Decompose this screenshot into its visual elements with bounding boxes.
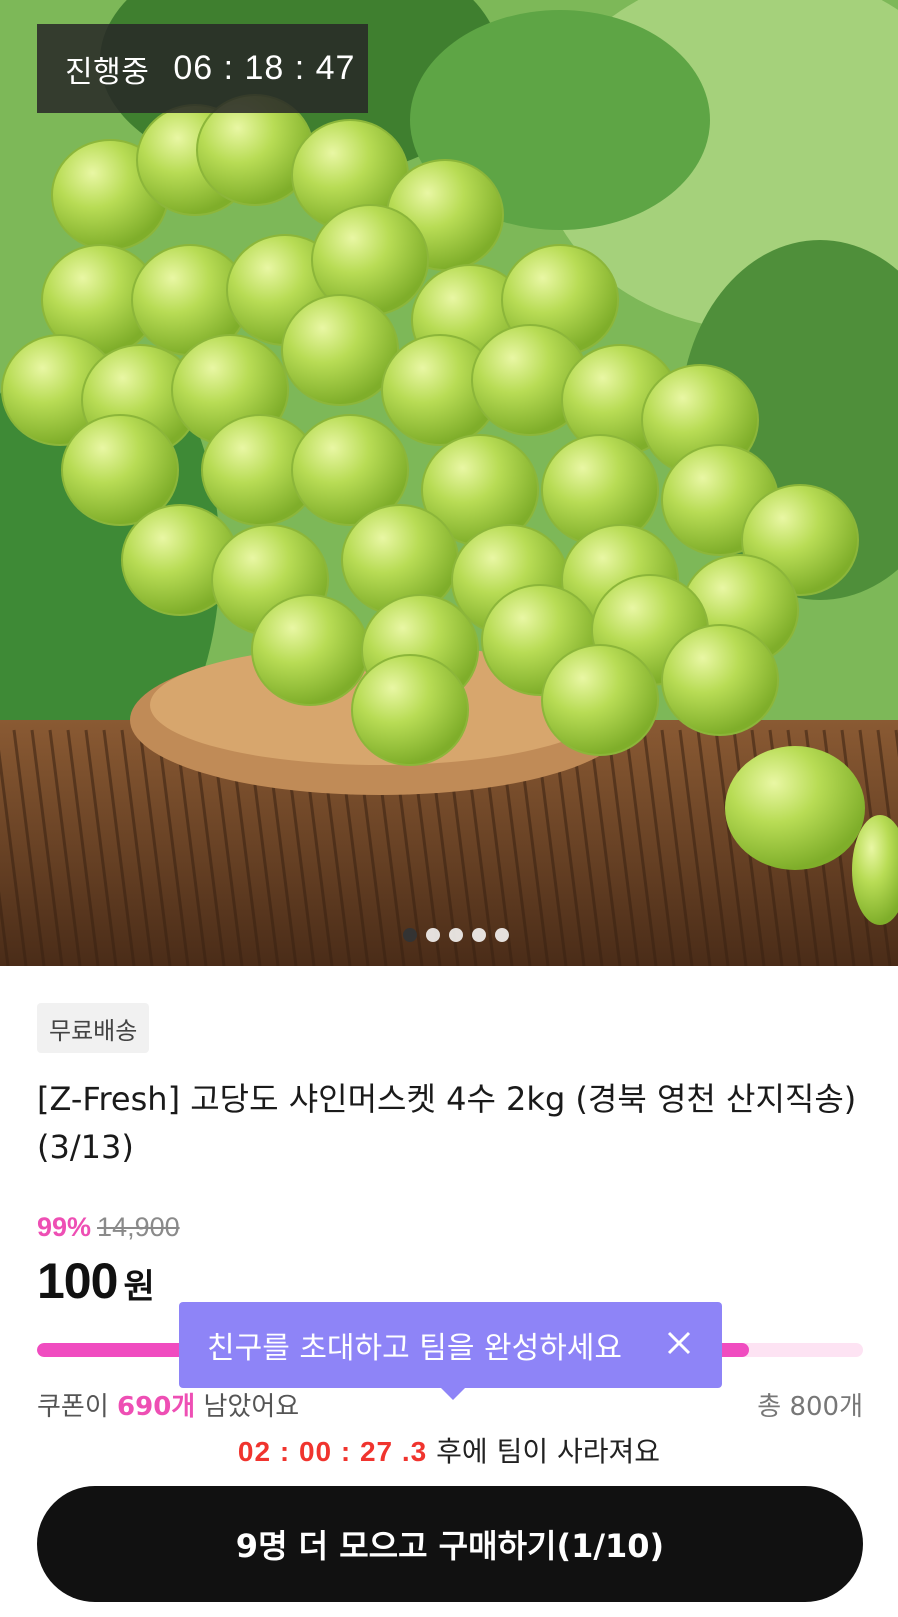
final-price: 100 원 <box>37 1252 155 1310</box>
carousel-dot[interactable] <box>403 928 417 942</box>
close-icon[interactable] <box>662 1326 696 1360</box>
coupon-remaining-count: 690개 <box>117 1392 196 1422</box>
carousel-dot[interactable] <box>472 928 486 942</box>
carousel-dot[interactable] <box>495 928 509 942</box>
carousel-indicator[interactable] <box>0 928 898 942</box>
coupon-suffix: 남았어요 <box>195 1392 300 1422</box>
live-countdown-timer: 06 : 18 : 47 <box>173 49 356 87</box>
discount-rate: 99% <box>37 1212 92 1242</box>
live-status-label: 진행중 <box>65 54 150 90</box>
coupon-prefix: 쿠폰이 <box>37 1392 118 1422</box>
product-photo <box>0 0 898 966</box>
tooltip-message: 친구를 초대하고 팀을 완성하세요 <box>207 1331 623 1366</box>
product-title: [Z-Fresh] 고당도 샤인머스켓 4수 2kg (경북 영천 산지직송) … <box>37 1080 857 1166</box>
team-purchase-button[interactable]: 9명 더 모으고 구매하기(1/10) <box>37 1486 863 1602</box>
price-discount-row: 99% 14,900 <box>37 1212 180 1243</box>
final-price-value: 100 <box>37 1253 118 1309</box>
coupon-remaining-text: 쿠폰이 690개 남았어요 <box>37 1386 299 1423</box>
carousel-dot[interactable] <box>426 928 440 942</box>
original-price: 14,900 <box>97 1212 180 1242</box>
free-shipping-badge: 무료배송 <box>37 1003 150 1053</box>
team-expiry-notice: 02 : 00 : 27 .3 후에 팀이 사라져요 <box>0 1430 898 1470</box>
product-image-carousel[interactable]: 진행중 06 : 18 : 47 <box>0 0 898 966</box>
price-unit: 원 <box>123 1267 155 1307</box>
carousel-dot[interactable] <box>449 928 463 942</box>
live-deal-badge: 진행중 06 : 18 : 47 <box>37 24 368 113</box>
invite-friends-tooltip[interactable]: 친구를 초대하고 팀을 완성하세요 <box>179 1302 722 1400</box>
coupon-total: 총 800개 <box>757 1392 863 1422</box>
team-countdown-timer: 02 : 00 : 27 .3 <box>237 1436 428 1467</box>
team-expiry-suffix: 후에 팀이 사라져요 <box>427 1435 661 1468</box>
